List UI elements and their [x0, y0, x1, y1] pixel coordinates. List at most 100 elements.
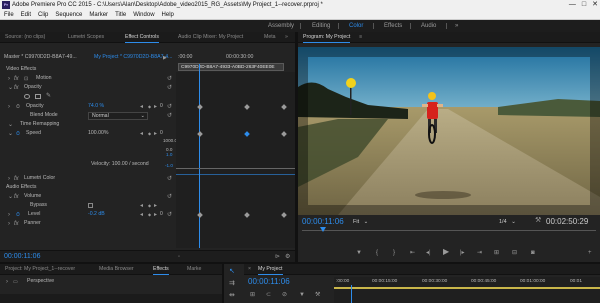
lift-icon[interactable]: ⊞: [494, 249, 499, 257]
tab-source[interactable]: Source: (no clips): [5, 32, 45, 43]
stopwatch-active-icon[interactable]: ⏱: [16, 211, 20, 219]
go-to-in-icon[interactable]: ⇤: [410, 249, 415, 257]
menu-edit[interactable]: Edit: [21, 10, 31, 19]
menu-window[interactable]: Window: [133, 10, 154, 19]
work-area-bar[interactable]: [334, 287, 600, 289]
panel-menu-icon[interactable]: ≡: [359, 32, 362, 43]
sequence-timecode[interactable]: 00:00:11:06: [248, 277, 290, 287]
zoom-level-dropdown[interactable]: Fit ⌄: [353, 218, 379, 226]
reset-lumetri-icon[interactable]: ↺: [167, 175, 172, 183]
track-select-tool-icon[interactable]: ⇉: [229, 280, 235, 288]
menu-file[interactable]: File: [4, 10, 14, 19]
workspace-editing[interactable]: Editing: [312, 20, 330, 32]
timeline-ruler-area[interactable]: :00:00 00:00:15:00 00:00:30:00 00:00:45:…: [334, 277, 600, 303]
playback-resolution-dropdown[interactable]: 1/4 ⌄: [499, 218, 525, 226]
maximize-button[interactable]: □: [582, 0, 586, 10]
chevron-right-icon[interactable]: ›: [8, 220, 10, 228]
minimize-button[interactable]: —: [569, 0, 576, 10]
tabs-overflow-icon[interactable]: »: [285, 32, 288, 43]
fx-icon[interactable]: fx: [14, 220, 19, 228]
tab-sequence[interactable]: My Project: [258, 264, 283, 275]
reset-level-icon[interactable]: ↺: [167, 211, 172, 219]
selection-tool-icon[interactable]: ↖: [229, 268, 235, 276]
opacity-value[interactable]: 74.0 %: [88, 102, 104, 111]
add-marker-icon[interactable]: ▼: [356, 249, 362, 257]
chevron-right-icon[interactable]: ›: [8, 211, 10, 219]
stopwatch-icon[interactable]: ⏱: [16, 103, 20, 111]
reset-opacity-icon[interactable]: ↺: [167, 84, 172, 92]
program-timecode[interactable]: 00:00:11:06: [302, 217, 344, 227]
perspective-folder-label[interactable]: Perspective: [27, 277, 54, 286]
wrench-icon[interactable]: ⚒: [315, 291, 320, 299]
chevron-right-icon[interactable]: ›: [8, 175, 10, 183]
export-frame-icon[interactable]: ◙: [531, 249, 535, 257]
chevron-down-icon[interactable]: ⌄: [8, 84, 13, 92]
tab-media-browser[interactable]: Media Browser: [99, 264, 134, 275]
next-keyframe-icon[interactable]: ▸: [154, 130, 157, 138]
ellipse-mask-icon[interactable]: [24, 94, 30, 99]
previous-keyframe-icon[interactable]: ◂: [140, 202, 143, 210]
workspace-more-icon[interactable]: »: [455, 20, 458, 32]
fx-icon[interactable]: fx: [14, 193, 19, 201]
next-keyframe-icon[interactable]: ▸: [154, 103, 157, 111]
tab-effects[interactable]: Effects: [153, 264, 169, 275]
previous-keyframe-icon[interactable]: ◂: [140, 103, 143, 111]
menu-clip[interactable]: Clip: [38, 10, 48, 19]
tab-lumetri-scopes[interactable]: Lumetri Scopes: [68, 32, 104, 43]
tab-audio-clip-mixer[interactable]: Audio Clip Mixer: My Project: [178, 32, 243, 43]
tab-markers[interactable]: Marke: [187, 264, 201, 275]
next-keyframe-icon[interactable]: ▸: [154, 211, 157, 219]
ripple-edit-tool-icon[interactable]: ⇹: [229, 292, 235, 300]
previous-keyframe-icon[interactable]: ◂: [140, 130, 143, 138]
stopwatch-active-icon[interactable]: ⏱: [16, 130, 20, 138]
previous-keyframe-icon[interactable]: ◂: [140, 211, 143, 219]
chevron-right-icon[interactable]: ›: [6, 278, 8, 286]
workspace-effects[interactable]: Effects: [384, 20, 402, 32]
tab-program-monitor[interactable]: Program: My Project: [303, 32, 351, 43]
filter-icon[interactable]: ⊳: [275, 253, 280, 261]
chevron-down-icon[interactable]: ⌄: [8, 121, 13, 129]
reset-volume-icon[interactable]: ↺: [167, 193, 172, 201]
master-clip-label[interactable]: Master * C9970D2D-B8A7-49...: [4, 53, 77, 62]
keyframe-timeline-area[interactable]: [176, 64, 295, 248]
program-video-frame[interactable]: [298, 47, 600, 215]
tab-project[interactable]: Project: My Project_1--recover: [5, 264, 75, 275]
reset-blend-mode-icon[interactable]: ↺: [167, 112, 172, 120]
settings-icon[interactable]: ⚙: [285, 253, 290, 261]
workspace-color[interactable]: Color: [349, 20, 363, 32]
workspace-audio[interactable]: Audio: [421, 20, 436, 32]
bypass-checkbox[interactable]: [88, 203, 93, 208]
go-to-out-icon[interactable]: ⇥: [477, 249, 482, 257]
menu-sequence[interactable]: Sequence: [55, 10, 82, 19]
chevron-down-icon[interactable]: ⌄: [8, 193, 13, 201]
fx-icon[interactable]: fx: [14, 84, 19, 92]
next-keyframe-icon[interactable]: ▸: [154, 202, 157, 210]
add-marker-icon[interactable]: ▼: [299, 291, 305, 299]
extract-icon[interactable]: ⊟: [512, 249, 517, 257]
play-clip-audio-icon[interactable]: ▶: [163, 54, 167, 62]
snap-icon[interactable]: ⊂: [266, 291, 271, 299]
tab-meta[interactable]: Meta: [264, 32, 276, 43]
add-button-icon[interactable]: +: [588, 249, 592, 257]
rectangle-mask-icon[interactable]: [35, 94, 41, 99]
wrench-icon[interactable]: ⚒: [535, 217, 541, 225]
close-button[interactable]: ✕: [592, 0, 598, 10]
tab-effect-controls[interactable]: Effect Controls: [125, 32, 159, 43]
level-value[interactable]: -0.2 dB: [88, 210, 105, 219]
chevron-right-icon[interactable]: ›: [8, 103, 10, 111]
add-keyframe-icon[interactable]: ◆: [148, 211, 151, 219]
nest-icon[interactable]: ⊞: [250, 291, 255, 299]
mark-in-icon[interactable]: {: [376, 249, 378, 257]
fx-icon[interactable]: fx: [14, 175, 19, 183]
zoom-slider-icon[interactable]: ◦: [178, 253, 180, 261]
menu-help[interactable]: Help: [162, 10, 174, 19]
add-keyframe-icon[interactable]: ◆: [148, 103, 151, 111]
speed-value[interactable]: 100.00%: [88, 129, 108, 138]
add-keyframe-icon[interactable]: ◆: [148, 130, 151, 138]
add-keyframe-icon[interactable]: ◆: [148, 202, 151, 210]
effect-clip-bar[interactable]: C9970D2D-B8A7-4933-A0BD-263F40EE0E: [178, 63, 284, 71]
linked-selection-icon[interactable]: ⊘: [282, 291, 287, 299]
pen-mask-icon[interactable]: ✎: [46, 92, 51, 100]
blend-mode-dropdown[interactable]: Normal ⌄: [88, 112, 148, 120]
workspace-assembly[interactable]: Assembly: [268, 20, 294, 32]
